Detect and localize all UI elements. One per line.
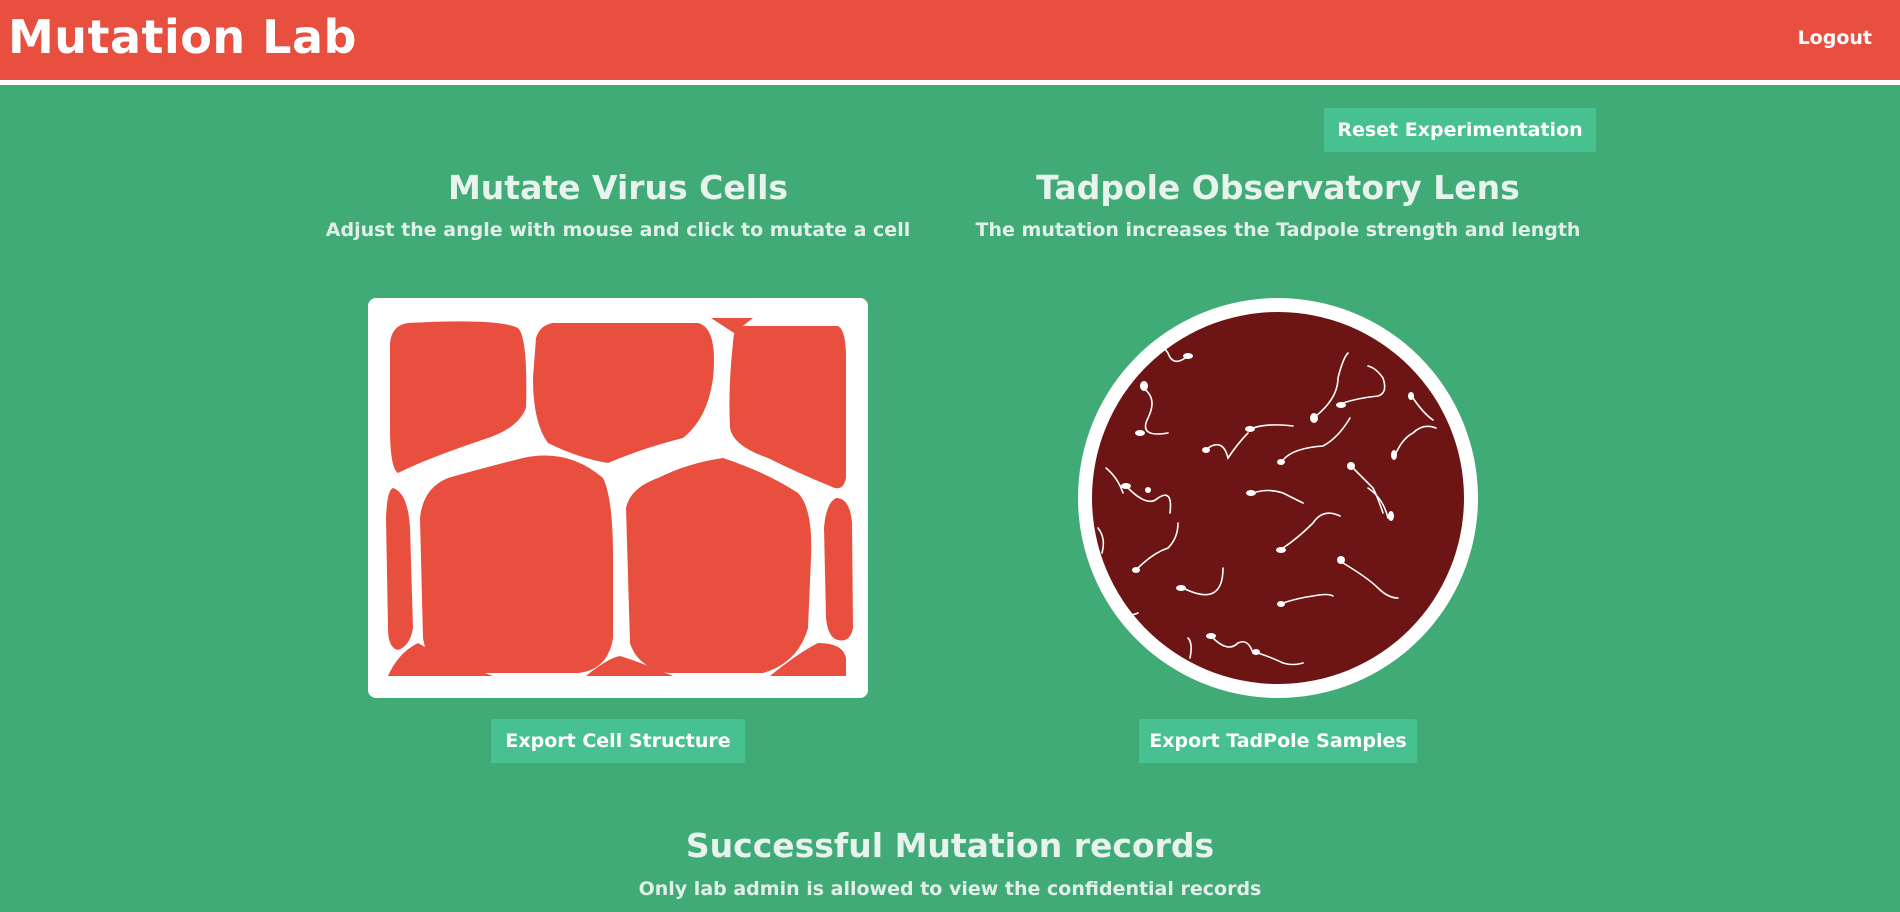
tadpole-lens-graphic: [1078, 298, 1478, 698]
cell: [420, 455, 613, 673]
cell: [386, 488, 413, 650]
export-tadpole-samples-button[interactable]: Export TadPole Samples: [1139, 719, 1417, 763]
virus-panel-title: Mutate Virus Cells: [447, 168, 789, 207]
export-cell-structure-button[interactable]: Export Cell Structure: [491, 719, 745, 763]
top-navbar: Mutation Lab Logout: [0, 0, 1900, 85]
brand-title: Mutation Lab: [8, 10, 357, 64]
tadpole-observatory-lens[interactable]: [1078, 298, 1478, 698]
cell: [729, 326, 846, 489]
cell-structure-graphic: [386, 318, 853, 676]
records-title: Successful Mutation records: [685, 826, 1215, 865]
cell: [824, 498, 853, 641]
virus-panel-subtitle: Adjust the angle with mouse and click to…: [325, 219, 911, 241]
virus-cells-canvas[interactable]: [368, 298, 868, 698]
cell: [533, 323, 714, 463]
cell: [390, 321, 527, 473]
tadpole-panel-subtitle: The mutation increases the Tadpole stren…: [975, 219, 1581, 241]
cell: [626, 458, 812, 673]
logout-link[interactable]: Logout: [1798, 27, 1872, 49]
reset-experimentation-button[interactable]: Reset Experimentation: [1324, 108, 1596, 152]
tadpole-panel-title: Tadpole Observatory Lens: [1036, 168, 1520, 207]
records-subtitle: Only lab admin is allowed to view the co…: [638, 878, 1262, 900]
